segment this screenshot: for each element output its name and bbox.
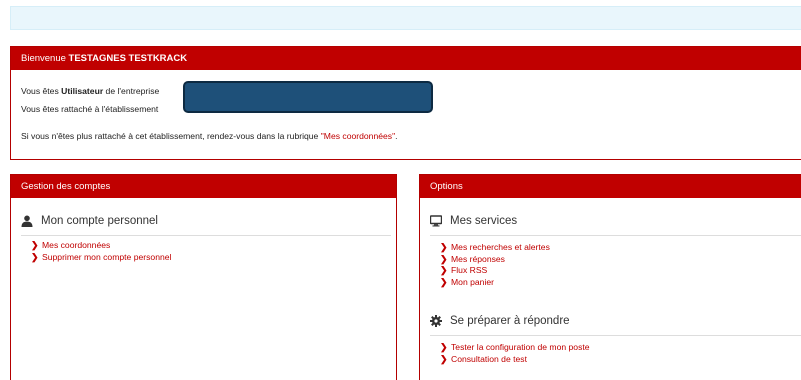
options-panel: Options Mes services ❯ Mes recherches et … xyxy=(419,174,801,380)
chevron-right-icon: ❯ xyxy=(440,342,448,352)
establishment-line: Vous êtes rattaché à l'établissement xyxy=(21,104,159,114)
section-divider xyxy=(430,235,801,236)
section-divider xyxy=(21,235,391,236)
user-icon xyxy=(21,215,33,227)
user-name: TESTAGNES TESTKRACK xyxy=(68,53,188,64)
accounts-heading: Gestion des comptes xyxy=(11,175,396,198)
prepare-title: Se préparer à répondre xyxy=(430,315,570,327)
delete-account-link[interactable]: Supprimer mon compte personnel xyxy=(42,252,171,264)
test-consultation-link[interactable]: Consultation de test xyxy=(451,354,527,366)
info-line-text: Si vous n'êtes plus rattaché à cet établ… xyxy=(21,131,321,141)
info-line-end: . xyxy=(395,131,398,141)
prepare-title-text: Se préparer à répondre xyxy=(450,315,570,327)
list-item[interactable]: ❯ Tester la configuration de mon poste xyxy=(440,342,590,354)
company-line-suffix: de l'entreprise xyxy=(103,86,160,96)
services-link-list: ❯ Mes recherches et alertes ❯ Mes réponses… xyxy=(440,242,550,288)
chevron-right-icon: ❯ xyxy=(31,251,39,262)
welcome-panel: Bienvenue TESTAGNES TESTKRACK Vous êtes … xyxy=(10,46,801,160)
welcome-heading: Bienvenue TESTAGNES TESTKRACK xyxy=(11,47,801,70)
test-config-link[interactable]: Tester la configuration de mon poste xyxy=(451,342,590,354)
list-item[interactable]: ❯ Mes recherches et alertes xyxy=(440,242,550,254)
list-item[interactable]: ❯ Mes coordonnées xyxy=(31,240,171,252)
redaction-box xyxy=(183,81,433,113)
company-line-prefix: Vous êtes xyxy=(21,86,62,96)
list-item[interactable]: ❯ Mes réponses xyxy=(440,254,550,266)
prepare-link-list: ❯ Tester la configuration de mon poste ❯ C… xyxy=(440,342,590,365)
services-title-text: Mes services xyxy=(450,215,518,227)
gear-icon xyxy=(430,315,442,327)
my-cart-link[interactable]: Mon panier xyxy=(451,277,494,289)
chevron-right-icon: ❯ xyxy=(440,353,448,364)
accounts-link-list: ❯ Mes coordonnées ❯ Supprimer mon compte p… xyxy=(31,240,171,263)
rss-feed-link[interactable]: Flux RSS xyxy=(451,265,487,277)
options-heading: Options xyxy=(420,175,801,198)
welcome-heading-prefix: Bienvenue xyxy=(21,53,69,64)
chevron-right-icon: ❯ xyxy=(440,265,448,275)
chevron-right-icon: ❯ xyxy=(440,242,448,252)
personal-account-title: Mon compte personnel xyxy=(21,215,158,227)
info-line: Si vous n'êtes plus rattaché à cet établ… xyxy=(21,131,398,141)
list-item[interactable]: ❯ Supprimer mon compte personnel xyxy=(31,252,171,264)
chevron-right-icon: ❯ xyxy=(440,276,448,287)
chevron-right-icon: ❯ xyxy=(440,253,448,264)
monitor-icon xyxy=(430,215,442,227)
mes-coordonnees-menu-link[interactable]: Mes coordonnées xyxy=(42,240,110,252)
mes-coordonnees-link[interactable]: "Mes coordonnées" xyxy=(321,131,395,141)
list-item[interactable]: ❯ Consultation de test xyxy=(440,354,590,366)
user-role: Utilisateur xyxy=(61,86,104,96)
company-line: Vous êtes Utilisateur de l'entreprise xyxy=(21,86,159,96)
section-divider xyxy=(430,335,801,336)
chevron-right-icon: ❯ xyxy=(31,240,39,250)
info-alert-bar xyxy=(10,6,801,30)
list-item[interactable]: ❯ Flux RSS xyxy=(440,265,550,277)
searches-alerts-link[interactable]: Mes recherches et alertes xyxy=(451,242,550,254)
services-title: Mes services xyxy=(430,215,517,227)
accounts-panel: Gestion des comptes Mon compte personnel… xyxy=(10,174,397,380)
my-responses-link[interactable]: Mes réponses xyxy=(451,254,505,266)
personal-account-title-text: Mon compte personnel xyxy=(41,215,158,227)
list-item[interactable]: ❯ Mon panier xyxy=(440,277,550,289)
